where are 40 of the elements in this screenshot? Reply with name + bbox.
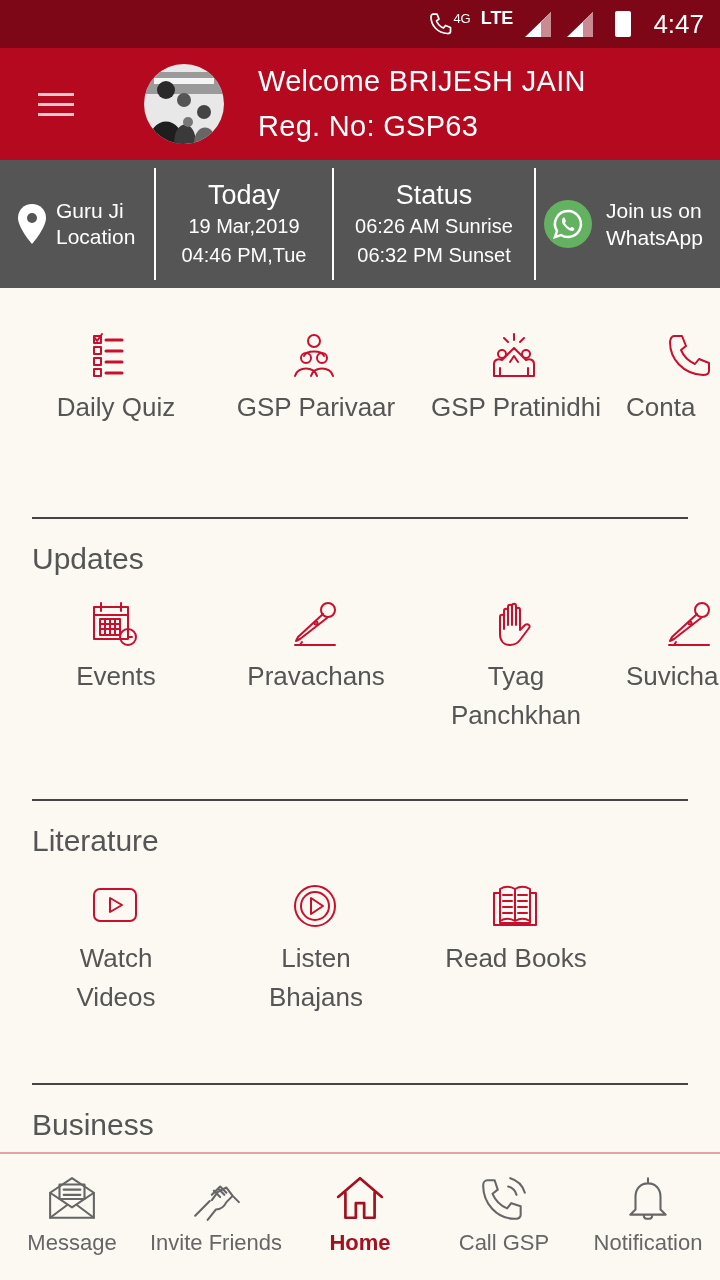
- section-heading: Business: [32, 1107, 154, 1143]
- nav-tab[interactable]: Notification: [576, 1174, 720, 1258]
- signal-icon: [523, 10, 554, 38]
- calendar-icon: [92, 601, 140, 649]
- clock: 4:47: [653, 7, 704, 41]
- welcome-text: Welcome BRIJESH JAIN: [258, 67, 586, 96]
- nav-tab[interactable]: Call GSP: [432, 1174, 576, 1258]
- location-pin-icon: [18, 204, 46, 244]
- location-button[interactable]: Guru Ji Location: [0, 160, 154, 288]
- menu-button[interactable]: [38, 92, 74, 116]
- status-line: 06:26 AM Sunrise: [355, 214, 513, 239]
- phone-icon: [429, 12, 454, 36]
- registration-number: Reg. No: GSP63: [258, 112, 480, 141]
- menu-tile[interactable]: Tyag Panchkhan: [416, 601, 616, 735]
- menu-tile[interactable]: Suvicha: [616, 601, 720, 696]
- menu-tile[interactable]: Conta: [616, 332, 720, 427]
- nav-tab[interactable]: Message: [0, 1174, 144, 1258]
- menu-tile[interactable]: Watch Videos: [16, 883, 216, 1017]
- status-title: Status: [395, 179, 473, 212]
- nav-tab[interactable]: Invite Friends: [144, 1174, 288, 1258]
- network-type: 4G: [453, 10, 471, 29]
- status-line: 06:32 PM Sunset: [357, 243, 511, 268]
- today-line: 04:46 PM,Tue: [181, 243, 307, 268]
- nav-tab[interactable]: Home: [288, 1174, 432, 1258]
- menu-tile[interactable]: Read Books: [416, 883, 616, 978]
- today-title: Today: [207, 179, 281, 212]
- section-heading: Updates: [32, 541, 144, 577]
- whatsapp-button[interactable]: Join us on WhatsApp: [536, 160, 720, 288]
- menu-tile[interactable]: Events: [16, 601, 216, 696]
- menu-tile[interactable]: GSP Parivaar: [216, 332, 416, 427]
- battery-icon: [615, 11, 632, 37]
- menu-tile[interactable]: GSP Pratinidhi: [416, 332, 616, 427]
- signal-icon: [565, 10, 596, 38]
- section-heading: Literature: [32, 823, 159, 859]
- lte-label: LTE: [480, 6, 514, 30]
- today-line: 19 Mar,2019: [188, 214, 300, 239]
- whatsapp-icon: [544, 200, 592, 248]
- menu-tile[interactable]: Pravachans: [216, 601, 416, 696]
- menu-tile[interactable]: Daily Quiz: [16, 332, 216, 427]
- menu-tile[interactable]: Listen Bhajans: [216, 883, 416, 1017]
